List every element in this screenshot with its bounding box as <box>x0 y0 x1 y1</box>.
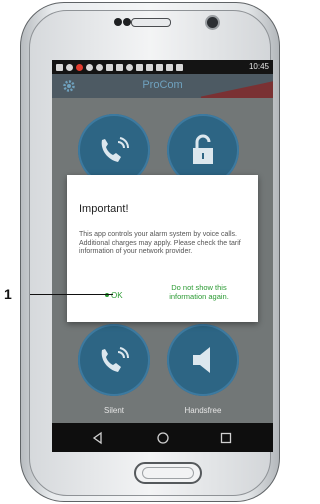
handsfree-button[interactable] <box>167 324 239 396</box>
check-icon <box>96 63 103 71</box>
phone-alarm-icon <box>101 137 130 162</box>
phone-screen: 10:45 ProCom Silent Handsfree Important!… <box>52 60 273 452</box>
shield-icon <box>86 63 93 71</box>
hardware-home-button[interactable] <box>134 462 202 484</box>
back-icon[interactable] <box>90 430 106 446</box>
unlock-icon <box>193 134 213 164</box>
bluetooth-icon <box>136 63 143 71</box>
bookmark-icon <box>116 63 123 71</box>
handsfree-label: Handsfree <box>184 406 222 415</box>
system-nav-bar <box>52 423 273 452</box>
image-icon <box>106 63 113 71</box>
sensor-icon <box>123 18 131 26</box>
dialog-message: This app controls your alarm system by v… <box>79 231 241 255</box>
notification-icon <box>66 63 73 71</box>
silent-label: Silent <box>103 406 124 415</box>
sensor-icon <box>114 18 122 26</box>
earpiece <box>131 18 171 27</box>
status-bar: 10:45 <box>52 60 273 74</box>
recents-icon[interactable] <box>218 430 234 446</box>
home-icon[interactable] <box>155 430 171 446</box>
dont-show-again-button[interactable]: Do not show this information again. <box>159 283 239 301</box>
message-icon <box>56 63 63 71</box>
callout-number: 1 <box>4 286 12 302</box>
ok-button[interactable]: OK <box>105 291 123 300</box>
signal-icon <box>166 63 173 71</box>
status-time: 10:45 <box>248 62 269 71</box>
callout-line <box>30 294 113 295</box>
app-notification-icon <box>76 63 83 71</box>
app-toolbar: ProCom <box>52 74 273 98</box>
clock-icon <box>126 63 133 71</box>
important-dialog: Important! This app controls your alarm … <box>67 175 258 322</box>
phone-silent-icon <box>101 347 130 372</box>
app-title: ProCom <box>142 79 183 91</box>
speaker-icon <box>193 347 210 373</box>
status-icons <box>52 63 183 71</box>
dialog-title: Important! <box>79 203 129 215</box>
front-camera-icon <box>207 17 218 28</box>
wifi-icon <box>156 63 163 71</box>
battery-icon <box>176 63 183 71</box>
vibrate-icon <box>146 63 153 71</box>
silent-button[interactable] <box>78 324 150 396</box>
